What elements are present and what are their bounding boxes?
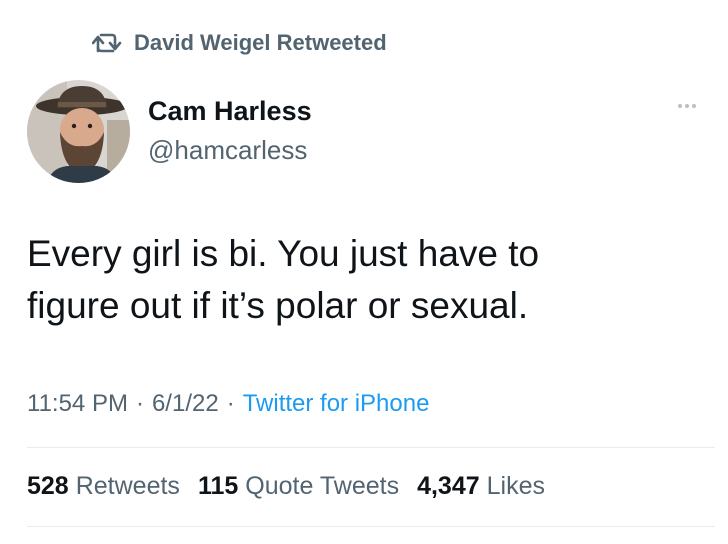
retweets-label: Retweets — [75, 472, 180, 500]
meta-separator: · — [135, 390, 144, 417]
quote-tweets-stat[interactable]: 115 Quote Tweets — [198, 472, 399, 501]
author-name[interactable]: Cam Harless — [148, 96, 312, 127]
quote-tweets-count: 115 — [197, 472, 239, 500]
tweet-text: Every girl is bi. You just have to figur… — [27, 228, 687, 332]
avatar[interactable] — [27, 80, 130, 183]
retweet-icon — [92, 31, 122, 55]
author-handle[interactable]: @hamcarless — [148, 135, 307, 166]
quote-tweets-label: Quote Tweets — [245, 472, 400, 500]
meta-separator: · — [226, 390, 235, 417]
tweet-meta: 11:54 PM · 6/1/22 · Twitter for iPhone — [27, 390, 429, 418]
retweets-stat[interactable]: 528 Retweets — [27, 472, 180, 501]
tweet-stats: 528 Retweets 115 Quote Tweets 4,347 Like… — [27, 472, 545, 501]
likes-count: 4,347 — [417, 472, 480, 500]
divider — [27, 526, 715, 527]
tweet-line-1: Every girl is bi. You just have to — [27, 233, 540, 274]
tweet-source-link[interactable]: Twitter for iPhone — [243, 390, 430, 418]
divider — [27, 447, 715, 448]
likes-label: Likes — [486, 472, 546, 500]
more-horizontal-icon[interactable] — [678, 104, 696, 108]
retweets-count: 528 — [27, 472, 69, 500]
likes-stat[interactable]: 4,347 Likes — [417, 472, 545, 501]
tweet-line-2: figure out if it’s polar or sexual. — [27, 285, 529, 326]
tweet-date[interactable]: 6/1/22 — [152, 390, 219, 418]
tweet-time[interactable]: 11:54 PM — [27, 390, 128, 418]
retweet-context[interactable]: David Weigel Retweeted — [92, 30, 387, 56]
retweeted-by-label[interactable]: David Weigel Retweeted — [134, 30, 387, 56]
